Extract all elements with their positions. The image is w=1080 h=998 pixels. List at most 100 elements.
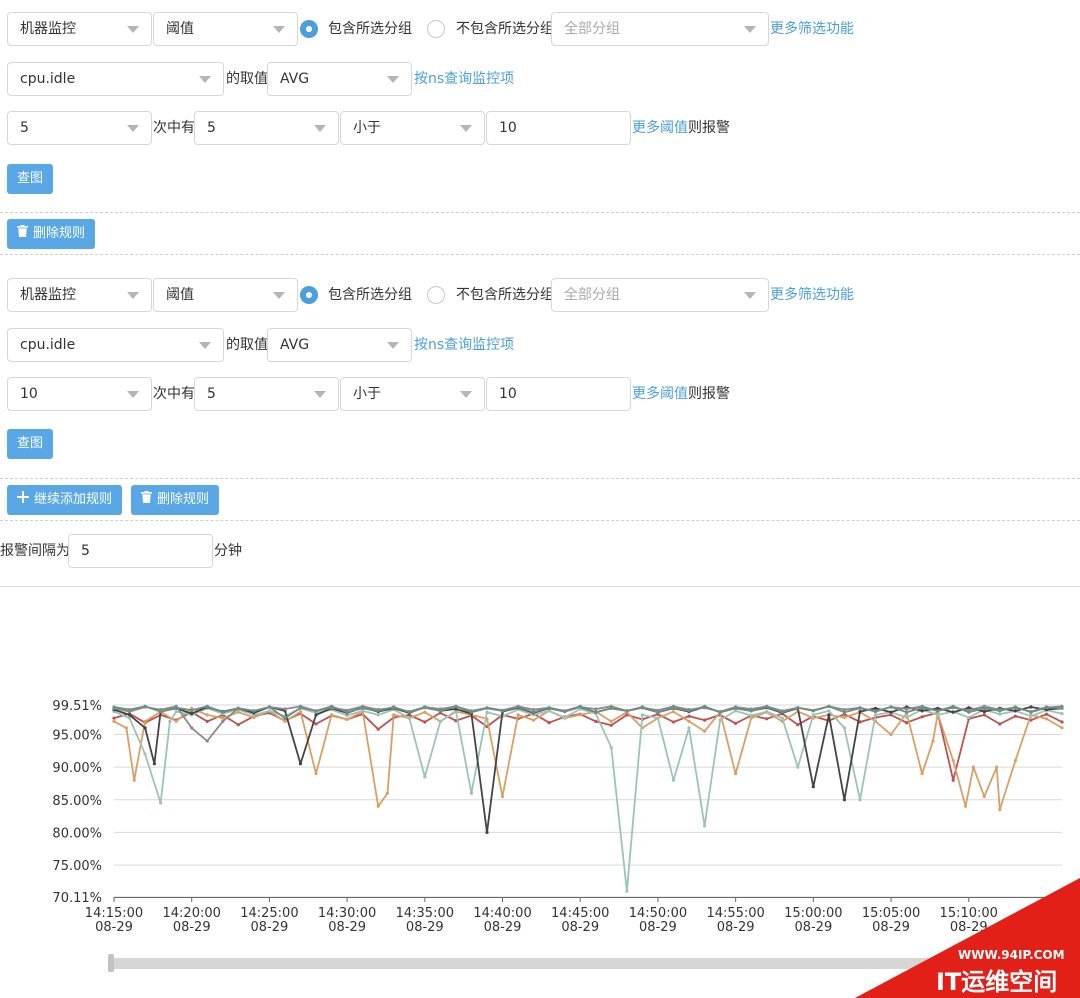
series-point [671, 720, 676, 724]
series-point [283, 707, 287, 711]
group-select[interactable]: 全部分组 [551, 12, 769, 46]
series-point [995, 765, 999, 769]
series-point [298, 706, 303, 710]
operator-select[interactable]: 小于 [340, 111, 485, 145]
series-point [873, 713, 878, 717]
x-tick-time: 15:10:00 [940, 906, 998, 921]
group-select[interactable]: 全部分组 [551, 278, 769, 312]
series-point [842, 715, 847, 720]
x-tick-date: 08-29 [484, 920, 522, 935]
chart-zoom-handle[interactable] [108, 954, 114, 972]
series-point [454, 704, 458, 708]
series-point [936, 709, 940, 713]
series-point [132, 778, 136, 782]
view-chart-button[interactable]: 查图 [7, 164, 54, 194]
more-filter-link[interactable]: 更多筛选功能 [770, 12, 854, 46]
x-tick-date: 08-29 [717, 920, 755, 935]
series-point [703, 824, 707, 828]
caret-down-icon [744, 26, 756, 33]
type-select[interactable]: 阈值 [153, 278, 298, 312]
threshold-input[interactable]: 10 [486, 377, 631, 411]
view-chart-button[interactable]: 查图 [7, 429, 54, 459]
series-point [469, 791, 473, 795]
y-tick-label: 70.11% [52, 891, 102, 906]
times-select[interactable]: 5 [194, 377, 339, 411]
caret-down-icon [127, 292, 139, 299]
add-rule-button[interactable]: 继续添加规则 [7, 485, 123, 515]
series-point [205, 719, 209, 723]
source-select[interactable]: 机器监控 [7, 12, 152, 46]
series-point [1029, 705, 1033, 709]
series-point [703, 729, 707, 733]
series-point [594, 707, 598, 711]
series-point [889, 710, 893, 714]
more-threshold-link[interactable]: 更多阈值 [632, 386, 688, 402]
series-point [124, 726, 128, 730]
agg-select[interactable]: AVG [267, 62, 412, 96]
source-select[interactable]: 机器监控 [7, 278, 152, 312]
divider [0, 212, 1080, 213]
ns-query-link[interactable]: 按ns查询监控项 [414, 62, 514, 96]
series-point [765, 705, 769, 709]
series-point [345, 717, 349, 721]
chart-zoom-scrollbar[interactable] [110, 958, 970, 969]
agg-select[interactable]: AVG [267, 328, 412, 362]
count-select[interactable]: 5 [7, 111, 152, 145]
x-tick-time: 15:00:00 [784, 906, 842, 921]
radio-exclude-group[interactable] [427, 286, 445, 304]
x-tick-time: 14:40:00 [473, 906, 531, 921]
trash-icon [141, 485, 152, 515]
operator-select[interactable]: 小于 [340, 377, 485, 411]
series-point [951, 759, 955, 763]
radio-exclude-group[interactable] [427, 20, 445, 38]
y-tick-label: 80.00% [52, 826, 102, 841]
count-select[interactable]: 10 [7, 377, 152, 411]
series-point [532, 710, 536, 714]
series-point [951, 710, 955, 714]
series-point [314, 772, 318, 776]
series-point [1029, 710, 1033, 714]
times-select[interactable]: 5 [194, 111, 339, 145]
delete-rule-button[interactable]: 删除规则 [7, 219, 96, 249]
series-point [236, 706, 240, 710]
more-threshold-link[interactable]: 更多阈值 [632, 120, 688, 136]
alarm-suffix-label: 则报警 [688, 120, 730, 136]
metric-select[interactable]: cpu.idle [7, 328, 224, 362]
series-point [190, 712, 194, 716]
times-select-value: 5 [207, 120, 216, 136]
series-point [485, 710, 489, 714]
caret-down-icon [273, 292, 285, 299]
radio-include-group[interactable] [300, 286, 318, 304]
series-point [267, 709, 271, 713]
series-point [920, 706, 924, 710]
watermark-group: WWW.94IP.COM IT运维空间 [855, 878, 1080, 998]
group-select-placeholder: 全部分组 [564, 287, 620, 303]
interval-input[interactable]: 5 [68, 534, 213, 568]
series-point [361, 706, 365, 710]
series-point [703, 704, 707, 708]
plus-icon [17, 485, 29, 515]
y-tick-label: 85.00% [52, 794, 102, 809]
series-point [982, 794, 986, 799]
threshold-input-value: 10 [499, 386, 517, 402]
agg-select-value: AVG [280, 71, 310, 87]
series-point [407, 710, 411, 714]
type-select[interactable]: 阈值 [153, 12, 298, 46]
radio-include-group[interactable] [300, 20, 318, 38]
series-point [485, 830, 489, 834]
series-point [656, 710, 660, 714]
series-point [734, 721, 738, 725]
series-point [967, 715, 971, 720]
series-point [112, 716, 116, 720]
series-point [609, 706, 613, 710]
more-filter-link[interactable]: 更多筛选功能 [770, 278, 854, 312]
threshold-input[interactable]: 10 [486, 111, 631, 145]
series-point [1044, 712, 1049, 716]
delete-rule-button[interactable]: 删除规则 [131, 485, 220, 515]
caret-down-icon [460, 125, 472, 132]
view-chart-label: 查图 [17, 436, 44, 451]
chart-grid [114, 704, 1062, 898]
metric-select[interactable]: cpu.idle [7, 62, 224, 96]
series-point [205, 713, 209, 717]
ns-query-link[interactable]: 按ns查询监控项 [414, 328, 514, 362]
